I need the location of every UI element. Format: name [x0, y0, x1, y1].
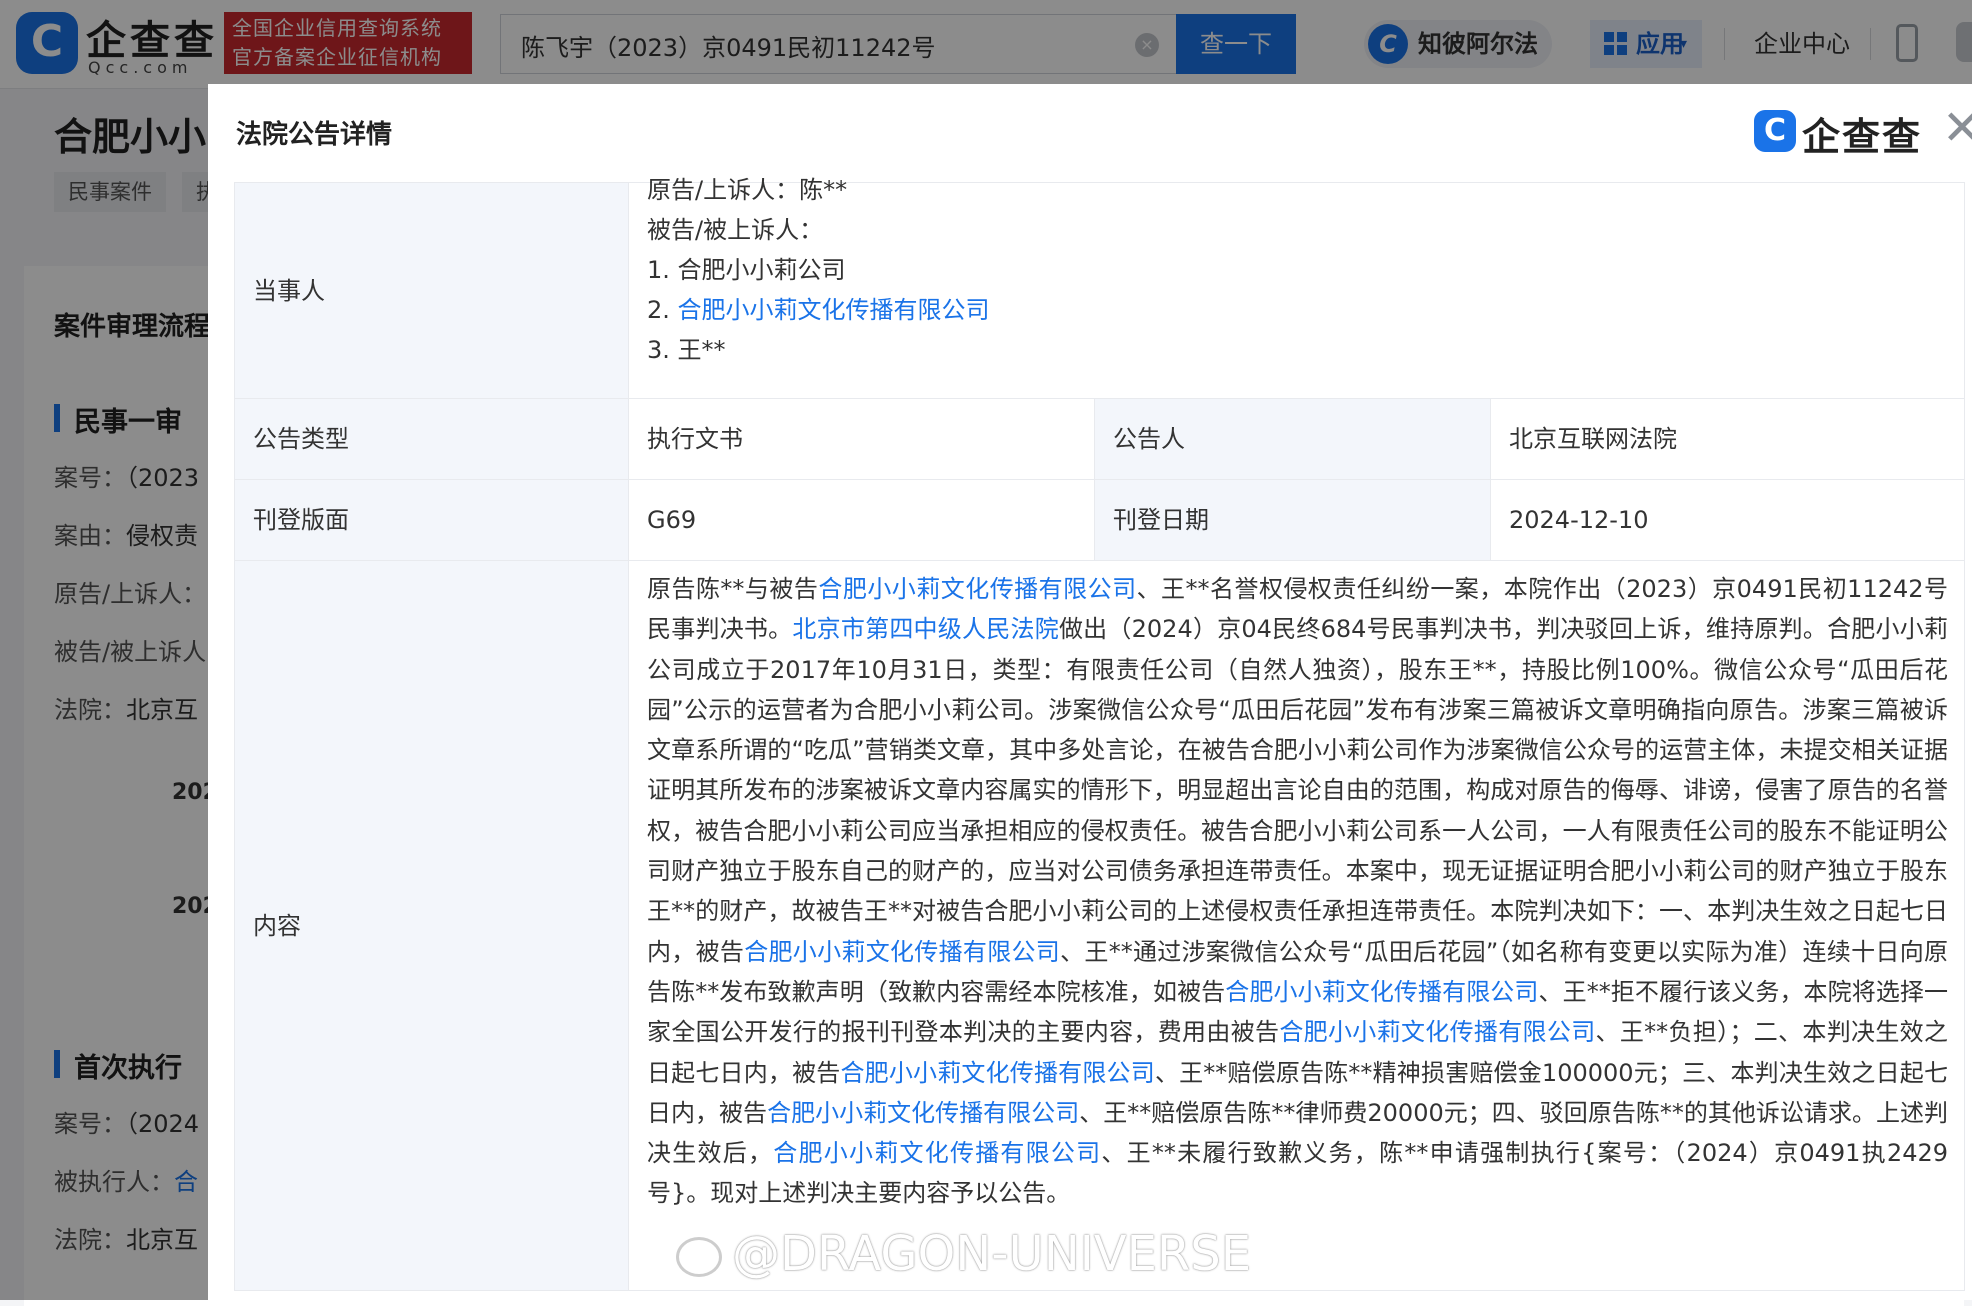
table-row: 内容 原告陈**与被告合肥小小莉文化传播有限公司、王**名誉权侵权责任纠纷一案，… — [234, 560, 1965, 1291]
modal-title: 法院公告详情 — [236, 120, 393, 150]
parties-label: 当事人 — [234, 182, 629, 399]
party-company-link[interactable]: 合肥小小莉文化传播有限公司 — [678, 296, 990, 324]
brand-badge-icon: C — [1754, 110, 1796, 152]
table-row: 刊登版面 G69 刊登日期 2024-12-10 — [234, 479, 1965, 561]
content-label: 内容 — [234, 560, 629, 1291]
party-item: 原告/上诉人：陈** — [647, 170, 1948, 210]
party-index: 1. — [647, 256, 678, 284]
party-item[interactable]: 2. 合肥小小莉文化传播有限公司 — [647, 290, 1948, 330]
company-link[interactable]: 合肥小小莉文化传播有限公司 — [767, 1099, 1079, 1127]
parties-value: 原告/上诉人：陈** 被告/被上诉人： 1. 合肥小小莉公司 2. 合肥小小莉文化传播… — [628, 176, 1965, 399]
announcement-type-label: 公告类型 — [234, 398, 629, 480]
table-row: 当事人 原告/上诉人：陈** 被告/被上诉人： 1. 合肥小小莉公司 2. 合肥小小莉… — [234, 176, 1965, 399]
watermark: @DRAGON-UNIVERSE — [676, 1226, 1251, 1282]
company-link[interactable]: 合肥小小莉文化传播有限公司 — [773, 1139, 1101, 1167]
company-link[interactable]: 北京市第四中级人民法院 — [792, 615, 1059, 643]
company-link[interactable]: 合肥小小莉文化传播有限公司 — [841, 1059, 1155, 1087]
party-index: 2. — [647, 296, 678, 324]
close-icon[interactable]: ✕ — [1942, 104, 1972, 152]
watermark-text: @DRAGON-UNIVERSE — [732, 1226, 1252, 1282]
court-announcement-modal: 法院公告详情 C 企查查 ✕ 当事人 原告/上诉人：陈** 被告/被上诉人： 1. … — [208, 84, 1972, 1300]
content-text-segment: 原告陈**与被告 — [647, 575, 819, 603]
announcement-detail-table: 当事人 原告/上诉人：陈** 被告/被上诉人： 1. 合肥小小莉公司 2. 合肥小小莉… — [234, 176, 1965, 1291]
company-link[interactable]: 合肥小小莉文化传播有限公司 — [1279, 1018, 1595, 1046]
party-list: 原告/上诉人：陈** 被告/被上诉人： 1. 合肥小小莉公司 2. 合肥小小莉文化传播… — [647, 170, 1948, 370]
announcer-label: 公告人 — [1094, 398, 1491, 480]
company-link[interactable]: 合肥小小莉文化传播有限公司 — [744, 938, 1060, 966]
party-index: 3. — [647, 336, 678, 364]
company-link[interactable]: 合肥小小莉文化传播有限公司 — [1225, 978, 1538, 1006]
table-row: 公告类型 执行文书 公告人 北京互联网法院 — [234, 398, 1965, 480]
party-item: 1. 合肥小小莉公司 — [647, 250, 1948, 290]
party-name: 合肥小小莉公司 — [677, 256, 846, 284]
publication-date-label: 刊登日期 — [1094, 479, 1491, 561]
party-item: 3. 王** — [647, 330, 1948, 370]
publication-page-label: 刊登版面 — [234, 479, 629, 561]
party-name: 被告/被上诉人： — [647, 216, 824, 244]
party-name: 王** — [677, 336, 726, 364]
publication-page-value: G69 — [628, 479, 1095, 561]
party-item: 被告/被上诉人： — [647, 210, 1948, 250]
publication-date-value: 2024-12-10 — [1490, 479, 1965, 561]
announcer-value: 北京互联网法院 — [1490, 398, 1965, 480]
brand-name: 企查查 — [1802, 115, 1923, 159]
content-text-segment: 做出（2024）京04民终684号民事判决书，判决驳回上诉，维持原判。合肥小小莉… — [647, 615, 1948, 966]
company-link[interactable]: 合肥小小莉文化传播有限公司 — [818, 575, 1136, 603]
announcement-type-value: 执行文书 — [628, 398, 1095, 480]
weibo-icon — [676, 1237, 722, 1277]
content-value: 原告陈**与被告合肥小小莉文化传播有限公司、王**名誉权侵权责任纠纷一案，本院作… — [628, 560, 1965, 1291]
party-name: 原告/上诉人：陈** — [647, 176, 848, 204]
announcement-content: 原告陈**与被告合肥小小莉文化传播有限公司、王**名誉权侵权责任纠纷一案，本院作… — [647, 569, 1948, 1214]
